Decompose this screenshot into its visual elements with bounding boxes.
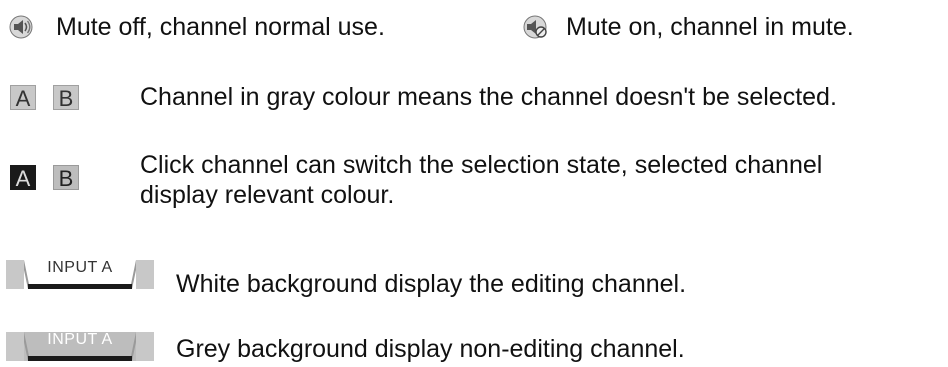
input-tab-editing[interactable]: INPUT A <box>6 256 154 290</box>
channel-a-selected[interactable]: A <box>10 165 36 191</box>
input-tab-editing-underline <box>28 284 132 289</box>
speaker-muted-icon[interactable] <box>522 14 548 40</box>
click-channel-description-line1: Click channel can switch the selection s… <box>140 151 823 179</box>
channel-a-unselected[interactable]: A <box>10 85 36 111</box>
mute-off-description: Mute off, channel normal use. <box>56 13 385 41</box>
grey-background-description: Grey background display non-editing chan… <box>176 335 685 363</box>
input-tab-non-editing-label: INPUT A <box>47 331 113 348</box>
mute-on-description: Mute on, channel in mute. <box>566 13 854 41</box>
white-background-description: White background display the editing cha… <box>176 270 687 298</box>
channel-b-selected[interactable]: B <box>53 165 79 191</box>
channel-b-unselected[interactable]: B <box>53 85 79 111</box>
speaker-icon[interactable] <box>8 14 34 40</box>
click-channel-description-line2: display relevant colour. <box>140 181 395 209</box>
input-tab-editing-label: INPUT A <box>47 259 113 276</box>
gray-channel-description: Channel in gray colour means the channel… <box>140 83 837 111</box>
input-tab-non-editing-underline <box>28 356 132 361</box>
input-tab-non-editing[interactable]: INPUT A <box>6 328 154 362</box>
